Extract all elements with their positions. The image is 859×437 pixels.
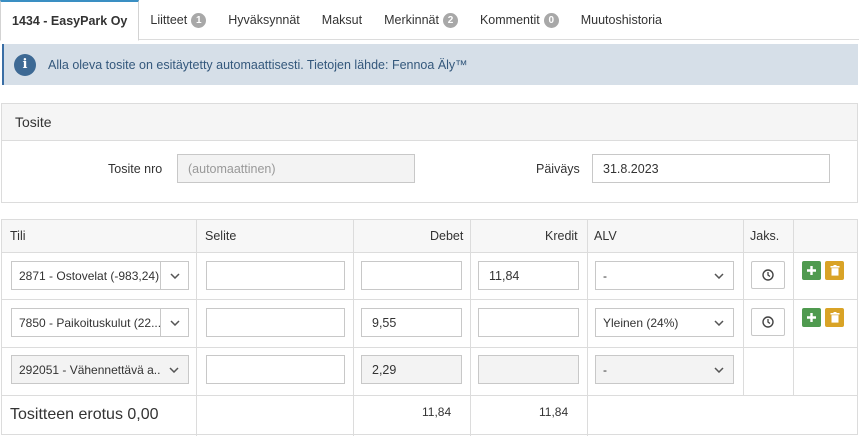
account-select[interactable]: 2871 - Ostovelat (-983,24) [11,261,189,290]
account-value: 7850 - Paikoituskulut (22... [19,315,160,330]
account-value: 2871 - Ostovelat (-983,24) [19,268,160,283]
tab-payments[interactable]: Maksut [311,0,373,40]
plus-icon [807,266,816,275]
tab-label: Liitteet [150,13,188,27]
divider [793,220,794,395]
header-credit: Kredit [545,220,578,252]
chevron-down-icon [705,356,733,383]
tab-label: Hyväksynnät [228,13,300,27]
tab-entries[interactable]: Merkinnät 2 [373,0,469,40]
credit-total: 11,84 [539,405,569,419]
voucher-difference: Tositteen erotus 0,00 [10,406,159,423]
count-badge: 1 [191,12,207,28]
tab-attachments[interactable]: Liitteet 1 [139,0,217,40]
divider [743,220,744,395]
divider [2,347,857,348]
header-period: Jaks. [750,220,780,252]
tab-label: Kommentit [479,13,540,27]
info-banner: i Alla oleva tosite on esitäytetty autom… [2,44,858,85]
description-input[interactable] [206,261,345,290]
delete-row-button[interactable] [825,308,844,327]
vat-select[interactable]: - [595,261,734,290]
credit-input[interactable]: 11,84 [478,261,579,290]
delete-row-button[interactable] [825,261,844,280]
clock-icon [762,316,774,328]
tab-voucher[interactable]: 1434 - EasyPark Oy [0,0,140,41]
tab-label: Muutoshistoria [580,13,663,27]
account-value: 292051 - Vähennettävä a... [19,362,160,377]
vat-select[interactable]: Yleinen (24%) [595,308,734,337]
vat-value: Yleinen (24%) [603,315,679,330]
count-badge: 2 [442,12,458,28]
period-button[interactable] [751,308,785,336]
entries-grid: Tili Selite Debet Kredit ALV Jaks. 2871 … [1,219,858,436]
voucher-number-field[interactable]: (automaattinen) [177,154,415,183]
panel-title: Tosite [2,104,857,141]
tab-comments[interactable]: Kommentit 0 [469,0,570,40]
vat-value: - [603,362,607,377]
trash-icon [830,312,839,323]
info-icon: i [14,53,36,76]
tab-bar: 1434 - EasyPark Oy Liitteet 1 Hyväksynnät… [0,0,859,41]
add-row-button[interactable] [802,308,821,327]
tab-history[interactable]: Muutoshistoria [570,0,673,40]
header-description: Selite [205,220,237,252]
vat-value: - [603,268,607,283]
count-badge: 0 [543,12,559,28]
chevron-down-icon [705,309,733,336]
tab-approvals[interactable]: Hyväksynnät [217,0,311,40]
voucher-panel: Tosite Tosite nro (automaattinen) Päiväy… [1,103,858,203]
add-row-button[interactable] [802,261,821,280]
description-input[interactable] [206,355,345,384]
account-select[interactable]: 292051 - Vähennettävä a... [11,355,189,384]
tab-label: Maksut [321,13,363,27]
divider [2,395,857,396]
chevron-down-icon [705,262,733,289]
period-button[interactable] [751,261,785,289]
plus-icon [807,313,816,322]
header-account: Tili [10,220,26,252]
vat-select[interactable]: - [595,355,734,384]
chevron-down-icon [160,356,188,383]
debit-input[interactable]: 9,55 [361,308,462,337]
date-label: Päiväys [536,162,580,176]
divider [2,299,857,300]
clock-icon [762,269,774,281]
debit-input[interactable] [361,261,462,290]
date-field[interactable]: 31.8.2023 [592,154,830,183]
trash-icon [830,265,839,276]
info-text: Alla oleva tosite on esitäytetty automaa… [48,57,468,72]
credit-input[interactable] [478,308,579,337]
account-select[interactable]: 7850 - Paikoituskulut (22... [11,308,189,337]
voucher-number-label: Tosite nro [108,162,163,176]
credit-input[interactable] [478,355,579,384]
tab-label: 1434 - EasyPark Oy [12,14,128,28]
divider [2,252,857,253]
chevron-down-icon [160,309,188,336]
tab-label: Merkinnät [384,13,439,27]
debit-input[interactable]: 2,29 [361,355,462,384]
debit-total: 11,84 [422,405,452,419]
chevron-down-icon [160,262,188,289]
header-debit: Debet [430,220,464,252]
description-input[interactable] [206,308,345,337]
header-vat: ALV [594,220,617,252]
